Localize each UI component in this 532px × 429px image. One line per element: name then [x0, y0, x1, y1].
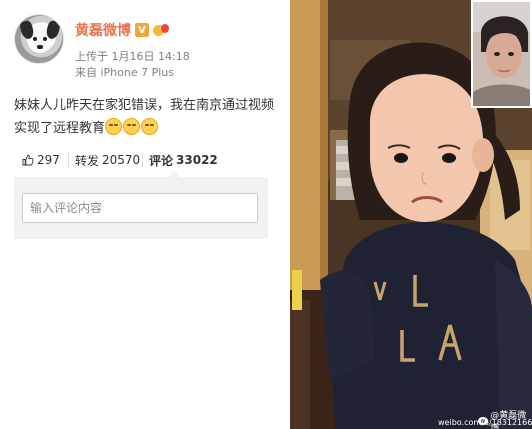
like-button[interactable]: 297	[14, 153, 68, 167]
emoji-icon	[123, 118, 141, 135]
comment-input[interactable]	[22, 193, 258, 223]
member-crown-icon[interactable]	[153, 23, 169, 37]
post-timestamp[interactable]: 上传于 1月16日 14:18	[75, 48, 190, 64]
post-photo[interactable]: @黄磊微博 weibo.com/u/1831216671	[290, 0, 532, 429]
emoji-icon	[105, 118, 123, 135]
verified-badge-icon[interactable]: V	[135, 23, 149, 37]
comment-label: 评论	[149, 153, 174, 168]
post-actions: 297 转发 20570 评论 33022	[14, 148, 268, 172]
author-row: 黄磊微博 V	[75, 20, 169, 40]
author-name[interactable]: 黄磊微博	[75, 20, 131, 40]
video-caller-face	[473, 2, 530, 106]
author-avatar[interactable]	[14, 14, 64, 64]
comment-count: 33022	[176, 153, 218, 167]
weibo-post-card: 黄磊微博 V 上传于 1月16日 14:18 来自 iPhone 7 Plus …	[0, 0, 285, 429]
emoji-icon	[141, 118, 159, 135]
comment-button[interactable]: 评论 33022	[142, 153, 218, 168]
post-content: 妹妹人儿昨天在家犯错误，我在南京通过视频实现了远程教育	[14, 94, 274, 140]
repost-label: 转发	[75, 153, 100, 168]
like-count: 297	[37, 153, 60, 167]
post-source: 来自 iPhone 7 Plus	[75, 66, 175, 79]
video-call-inset	[471, 0, 532, 108]
watermark-url: weibo.com/u/1831216671	[438, 418, 532, 427]
repost-button[interactable]: 转发 20570	[68, 153, 142, 168]
repost-count: 20570	[102, 153, 141, 167]
comment-panel	[14, 177, 268, 239]
thumb-up-icon	[22, 154, 34, 166]
